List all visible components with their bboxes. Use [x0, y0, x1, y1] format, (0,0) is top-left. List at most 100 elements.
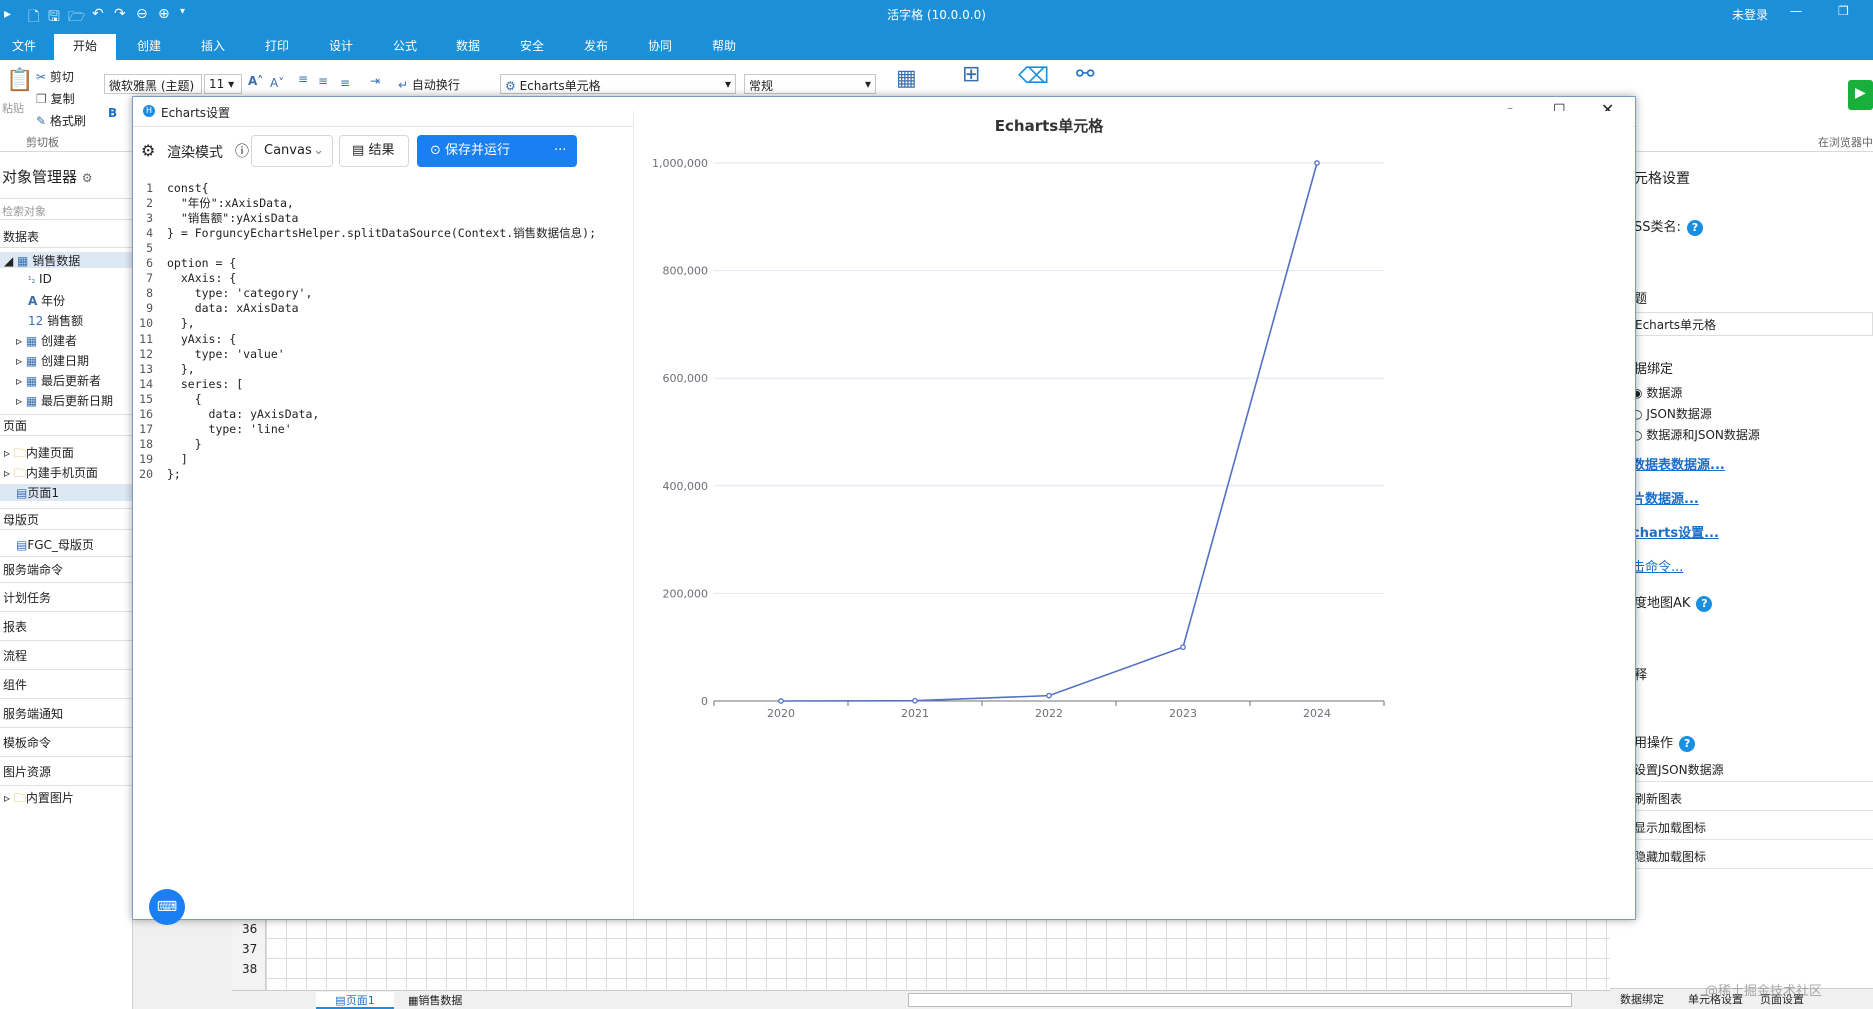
help-icon[interactable]: ?: [1686, 220, 1703, 236]
op-show-loading[interactable]: 显示加载图标: [1630, 814, 1873, 840]
page-builtin[interactable]: ▹ 🗀内建页面: [0, 444, 133, 465]
section-images[interactable]: 图片资源: [0, 759, 133, 786]
settings-icon[interactable]: ⚙: [141, 141, 155, 160]
pages-section[interactable]: 页面: [0, 414, 133, 436]
op-set-json[interactable]: 设置JSON数据源: [1630, 756, 1873, 782]
font-family-select[interactable]: 微软雅黑 (主题): [104, 74, 202, 94]
console-button[interactable]: ⌨: [149, 889, 185, 925]
table-node[interactable]: ◢ ▦ 销售数据: [0, 252, 133, 268]
code-text: type: 'category',: [167, 286, 313, 301]
field-creator[interactable]: ▹ ▦ 创建者: [0, 332, 133, 349]
indent-icon[interactable]: ⇥: [370, 74, 380, 88]
field-year[interactable]: A 年份: [0, 292, 133, 309]
find-icon[interactable]: ⚯: [1076, 62, 1094, 87]
minimize-icon[interactable]: —: [1790, 4, 1802, 18]
menu-data[interactable]: 数据: [446, 34, 490, 60]
page-builtin-mobile[interactable]: ▹ 🗀内建手机页面: [0, 464, 133, 485]
menu-create[interactable]: 创建: [127, 34, 171, 60]
menu-help[interactable]: 帮助: [702, 34, 746, 60]
grid-settings-icon[interactable]: ⊞: [962, 62, 980, 87]
align-top-icon[interactable]: ≡: [298, 72, 308, 86]
wrap-text-button[interactable]: ↵ 自动换行: [398, 76, 460, 93]
paste-icon[interactable]: 📋: [6, 68, 33, 93]
binding-option-both[interactable]: ○ 数据源和JSON数据源: [1632, 426, 1760, 443]
search-input[interactable]: 检索对象: [0, 198, 133, 220]
table-style-icon[interactable]: ▦: [896, 66, 917, 91]
menu-design[interactable]: 设计: [319, 34, 363, 60]
datatable-source-link[interactable]: 数据表数据源...: [1632, 454, 1725, 473]
field-updater[interactable]: ▹ ▦ 最后更新者: [0, 372, 133, 389]
master-page[interactable]: ▤FGC_母版页: [0, 536, 133, 553]
section-scheduled[interactable]: 计划任务: [0, 585, 133, 612]
binding-option-datasource[interactable]: ◉ 数据源: [1632, 384, 1682, 401]
result-button[interactable]: ▤ 结果: [339, 135, 409, 167]
section-workflow[interactable]: 流程: [0, 643, 133, 670]
op-refresh-chart[interactable]: 刷新图表: [1630, 785, 1873, 811]
help-icon[interactable]: ?: [1679, 736, 1696, 752]
run-browser-button[interactable]: ▶: [1848, 80, 1873, 110]
sheet-tab-sales[interactable]: ▦销售数据: [408, 992, 462, 1008]
number-format-select[interactable]: 常规 ▾: [744, 74, 876, 94]
font-shrink-icon[interactable]: A˅: [270, 76, 284, 90]
section-components[interactable]: 组件: [0, 672, 133, 699]
restore-icon[interactable]: ❐: [1838, 4, 1849, 18]
cut-label: 剪切: [49, 70, 74, 84]
images-builtin[interactable]: ▹ 🗀内置图片: [0, 789, 133, 810]
code-editor[interactable]: 1 const{2 "年份":xAxisData, 3 "销售额":yAxisDat…: [133, 175, 633, 735]
bold-icon[interactable]: B: [108, 106, 117, 120]
table-icon: ▦: [408, 994, 419, 1007]
paste-label[interactable]: 粘贴: [2, 100, 24, 116]
title-input[interactable]: Echarts单元格: [1630, 312, 1873, 336]
cell-type-select[interactable]: ⚙ Echarts单元格 ▾: [500, 74, 736, 94]
copy-button[interactable]: ❐ 复制: [36, 90, 75, 107]
code-text: const{: [167, 181, 209, 195]
menu-print[interactable]: 打印: [255, 34, 299, 60]
menu-publish[interactable]: 发布: [574, 34, 618, 60]
terminal-icon: ⌨: [156, 899, 178, 915]
align-bottom-icon[interactable]: ≡: [340, 76, 350, 90]
eraser-icon[interactable]: ⌫: [1018, 64, 1049, 89]
field-created-date[interactable]: ▹ ▦ 创建日期: [0, 352, 133, 369]
menu-security[interactable]: 安全: [510, 34, 554, 60]
table-icon: ▦: [25, 354, 38, 368]
font-size-select[interactable]: 11 ▾: [204, 74, 242, 94]
menu-file[interactable]: 文件: [2, 34, 46, 60]
copy-label: 复制: [50, 92, 75, 106]
page-1[interactable]: ▤页面1: [0, 484, 133, 501]
font-grow-icon[interactable]: A˄: [248, 74, 263, 88]
datatable-section[interactable]: 数据表: [0, 226, 133, 248]
section-server-commands[interactable]: 服务端命令: [0, 556, 133, 583]
horizontal-scrollbar[interactable]: [908, 993, 1572, 1007]
image-source-link[interactable]: 片数据源...: [1632, 488, 1699, 507]
cut-button[interactable]: ✂ 剪切: [36, 68, 74, 85]
field-updated-date[interactable]: ▹ ▦ 最后更新日期: [0, 392, 133, 409]
click-command-link[interactable]: 击命令...: [1632, 556, 1683, 575]
menu-collab[interactable]: 协同: [638, 34, 682, 60]
more-options-button[interactable]: ···: [547, 135, 577, 167]
cell-grid[interactable]: [266, 918, 1610, 990]
echarts-settings-link[interactable]: charts设置...: [1632, 522, 1719, 541]
save-run-button[interactable]: ⊙ 保存并运行: [417, 135, 547, 167]
format-painter-button[interactable]: ✎ 格式刷: [36, 112, 86, 129]
field-id[interactable]: ¹₂ ID: [0, 272, 133, 286]
tab-data-binding[interactable]: 数据绑定: [1620, 991, 1664, 1007]
x-tick-label: 2024: [1303, 707, 1331, 720]
sheet-tab-page1[interactable]: ▤页面1: [316, 992, 394, 1009]
help-circle-icon[interactable]: ⓘ: [235, 141, 249, 161]
binding-option-json[interactable]: ○ JSON数据源: [1632, 405, 1712, 422]
master-section[interactable]: 母版页: [0, 508, 133, 530]
gear-icon[interactable]: ⚙: [82, 171, 93, 185]
section-notifications[interactable]: 服务端通知: [0, 701, 133, 728]
section-template-commands[interactable]: 模板命令: [0, 730, 133, 757]
menu-insert[interactable]: 插入: [191, 34, 235, 60]
menu-formula[interactable]: 公式: [383, 34, 427, 60]
section-reports[interactable]: 报表: [0, 614, 133, 641]
op-hide-loading[interactable]: 隐藏加载图标: [1630, 843, 1873, 869]
align-middle-icon[interactable]: ≡: [318, 74, 328, 88]
login-status[interactable]: 未登录: [1732, 6, 1768, 23]
help-icon[interactable]: ?: [1696, 596, 1713, 612]
menu-home[interactable]: 开始: [54, 34, 116, 60]
renderer-select[interactable]: Canvas ⌄: [251, 135, 333, 167]
field-sales[interactable]: 12 销售额: [0, 312, 133, 329]
chart-title: Echarts单元格: [995, 117, 1104, 135]
